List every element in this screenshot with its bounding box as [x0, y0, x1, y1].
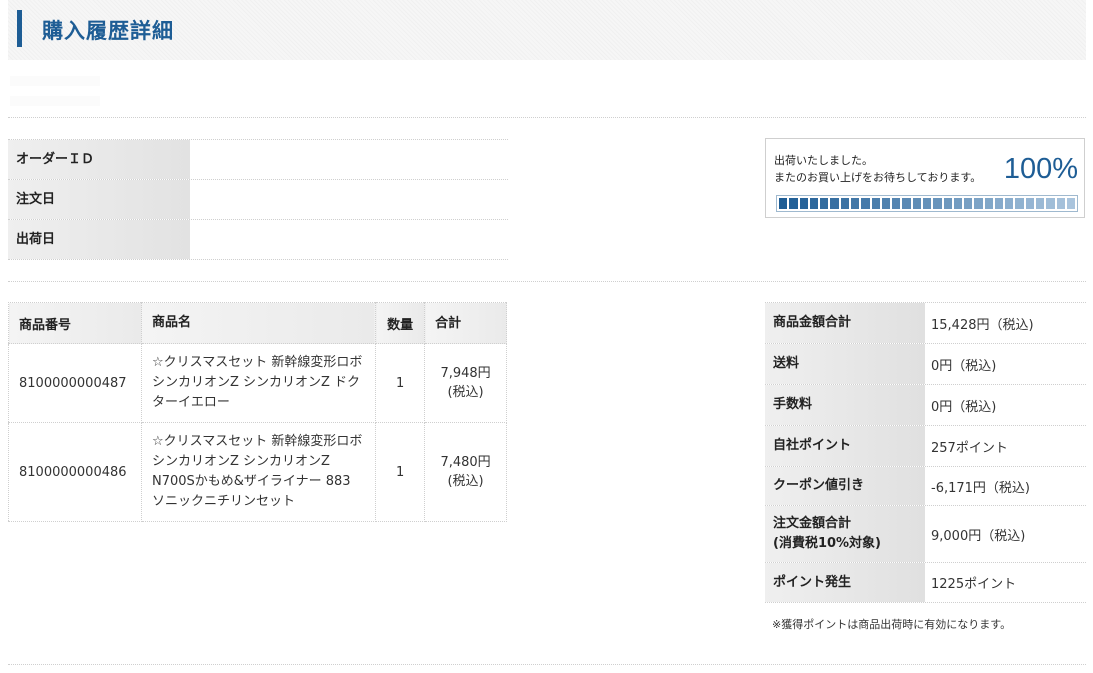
header-number: 商品番号	[8, 302, 142, 344]
divider	[8, 664, 1086, 665]
summary-value: 1225ポイント	[931, 577, 1017, 592]
progress-segment	[820, 198, 829, 209]
product-tax-note: (税込)	[447, 385, 484, 400]
page-title: 購入履歴詳細	[42, 19, 174, 43]
ship-date-label: 出荷日	[8, 220, 190, 259]
page-header: 購入履歴詳細	[8, 0, 1086, 60]
summary-label: 送料	[765, 344, 925, 384]
header-name: 商品名	[141, 302, 377, 344]
header-total: 合計	[424, 302, 507, 344]
progress-segment	[1036, 198, 1045, 209]
progress-segment	[881, 198, 891, 209]
ship-date-row: 出荷日	[8, 220, 508, 260]
summary-label: 商品金額合計	[765, 303, 925, 343]
progress-segment	[840, 198, 849, 209]
faint-placeholder-2	[10, 96, 100, 106]
progress-segment	[912, 198, 921, 209]
shipping-status-panel: 出荷いたしました。 またのお買い上げをお待ちしております。 100%	[765, 138, 1085, 218]
product-qty: 1	[375, 343, 426, 423]
faint-placeholder-1	[10, 76, 100, 86]
summary-label: クーポン値引き	[765, 467, 925, 505]
shipping-progress-bar	[776, 195, 1078, 212]
progress-segment	[964, 198, 973, 209]
status-message: 出荷いたしました。 またのお買い上げをお待ちしております。	[774, 152, 981, 186]
order-info-table: オーダーＩＤ 注文日 出荷日	[8, 139, 508, 260]
progress-segment	[871, 198, 880, 209]
divider	[8, 117, 1086, 118]
summary-row-coupon: クーポン値引き -6,171円（税込)	[765, 467, 1086, 506]
summary-value: 15,428円（税込)	[931, 317, 1034, 333]
progress-segment	[809, 198, 819, 209]
progress-segment	[799, 198, 808, 209]
progress-segment	[850, 198, 860, 209]
product-total: 7,480円 (税込)	[424, 422, 507, 522]
summary-row-shipping: 送料 0円（税込)	[765, 344, 1086, 385]
product-name: ☆クリスマスセット 新幹線変形ロボ シンカリオンZ シンカリオンZ ドクターイエ…	[141, 343, 377, 423]
progress-segment	[1056, 198, 1065, 209]
progress-segment	[933, 198, 942, 209]
order-date-value	[190, 180, 508, 219]
table-row: 8100000000487 ☆クリスマスセット 新幹線変形ロボ シンカリオンZ …	[8, 343, 507, 423]
progress-segment	[1025, 198, 1035, 209]
product-price: 7,948円	[440, 366, 491, 381]
progress-segment	[1005, 198, 1014, 209]
order-id-row: オーダーＩＤ	[8, 140, 508, 180]
summary-row-subtotal: 商品金額合計 15,428円（税込)	[765, 303, 1086, 344]
product-total: 7,948円 (税込)	[424, 343, 507, 423]
progress-segment	[902, 198, 911, 209]
progress-segment	[953, 198, 963, 209]
progress-segment	[789, 198, 798, 209]
product-price: 7,480円	[440, 455, 491, 470]
summary-row-points-used: 自社ポイント 257ポイント	[765, 426, 1086, 467]
products-header-row: 商品番号 商品名 数量 合計	[8, 302, 507, 344]
order-date-label: 注文日	[8, 180, 190, 219]
order-date-row: 注文日	[8, 180, 508, 220]
summary-label: 注文金額合計 (消費税10%対象)	[765, 506, 925, 562]
summary-label: ポイント発生	[765, 563, 925, 602]
progress-segment	[984, 198, 993, 209]
summary-label: 手数料	[765, 385, 925, 425]
progress-segment	[861, 198, 870, 209]
table-row: 8100000000486 ☆クリスマスセット 新幹線変形ロボ シンカリオンZ …	[8, 422, 507, 522]
points-note: ※獲得ポイントは商品出荷時に有効になります。	[772, 618, 1012, 631]
summary-value: 257ポイント	[931, 440, 1008, 456]
progress-segment	[1046, 198, 1055, 209]
summary-row-order-total: 注文金額合計 (消費税10%対象) 9,000円（税込)	[765, 506, 1086, 563]
product-number: 8100000000486	[8, 422, 142, 522]
progress-segment	[922, 198, 932, 209]
summary-row-fee: 手数料 0円（税込)	[765, 385, 1086, 426]
progress-segment	[943, 198, 952, 209]
summary-value: -6,171円（税込)	[931, 480, 1030, 496]
product-name: ☆クリスマスセット 新幹線変形ロボ シンカリオンZ シンカリオンZ N700Sか…	[141, 422, 377, 522]
summary-value: 0円（税込)	[931, 399, 997, 415]
progress-segment	[779, 198, 788, 209]
order-summary-table: 商品金額合計 15,428円（税込) 送料 0円（税込) 手数料 0円（税込) …	[765, 302, 1086, 603]
progress-segment	[892, 198, 901, 209]
order-id-value	[190, 140, 508, 179]
summary-value: 9,000円（税込)	[931, 528, 1026, 544]
product-tax-note: (税込)	[447, 474, 484, 489]
progress-segment	[974, 198, 983, 209]
summary-row-points-earned: ポイント発生 1225ポイント	[765, 563, 1086, 603]
order-id-label: オーダーＩＤ	[8, 140, 190, 179]
summary-label: 自社ポイント	[765, 426, 925, 466]
summary-value: 0円（税込)	[931, 358, 997, 374]
product-qty: 1	[375, 422, 426, 522]
product-number: 8100000000487	[8, 343, 142, 423]
status-line-1: 出荷いたしました。	[774, 154, 873, 167]
products-table: 商品番号 商品名 数量 合計 8100000000487 ☆クリスマスセット 新…	[8, 302, 507, 522]
status-line-2: またのお買い上げをお待ちしております。	[774, 171, 982, 184]
header-qty: 数量	[375, 302, 426, 344]
progress-segment	[1066, 198, 1076, 209]
progress-segment	[830, 198, 839, 209]
progress-segment	[1015, 198, 1024, 209]
status-percent: 100%	[1003, 153, 1078, 185]
divider	[8, 281, 1086, 282]
title-accent-bar	[17, 10, 22, 47]
ship-date-value	[190, 220, 508, 259]
progress-segment	[994, 198, 1004, 209]
